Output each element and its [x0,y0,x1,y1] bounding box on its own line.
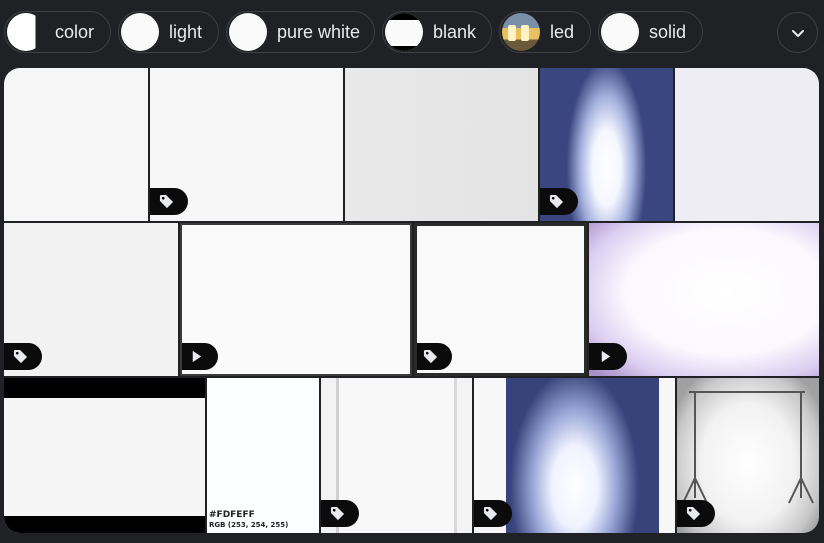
tag-icon [483,506,498,521]
chip-thumbnail [229,13,267,51]
shopping-badge [540,188,578,215]
shopping-badge [150,188,188,215]
tag-icon [549,194,564,209]
video-badge [182,343,218,370]
chip-label: solid [649,21,687,42]
swatch-rgb-label: RGB (253, 254, 255) [209,521,289,529]
tag-icon [330,506,345,521]
chip-label: pure white [277,21,361,42]
result-image[interactable] [414,223,587,376]
result-image[interactable] [4,68,148,221]
chip-solid[interactable]: solid [598,11,703,53]
result-image[interactable] [4,223,178,376]
result-video[interactable] [180,223,412,376]
chevron-down-icon [792,30,804,37]
result-video[interactable] [589,223,819,376]
shopping-badge [4,343,42,370]
shopping-badge [677,500,715,527]
chip-color[interactable]: color [4,11,111,53]
chip-light[interactable]: light [118,11,219,53]
chip-thumbnail [121,13,159,51]
chip-thumbnail [385,13,423,51]
tag-icon [159,194,174,209]
shopping-badge [321,500,359,527]
chip-led[interactable]: led [499,11,591,53]
chip-thumbnail [601,13,639,51]
chip-blank[interactable]: blank [382,11,492,53]
tag-icon [423,349,438,364]
result-image[interactable] [150,68,343,221]
result-image[interactable] [540,68,673,221]
swatch-hex-label: #FDFEFF [209,510,255,520]
expand-chips-button[interactable] [777,12,818,53]
video-badge [589,343,627,370]
shopping-badge [474,500,512,527]
play-icon [189,349,204,364]
result-image[interactable] [345,68,538,221]
result-image[interactable] [677,378,819,533]
chip-thumbnail [502,13,540,51]
chip-label: blank [433,21,477,42]
related-searches-bar: color light pure white blank led solid [0,0,824,66]
result-image[interactable] [4,378,205,533]
chip-thumbnail [7,13,45,51]
tag-icon [13,349,28,364]
play-icon [598,349,613,364]
image-results-grid: #FDFEFF RGB (253, 254, 255) [4,68,819,533]
shopping-badge [417,343,452,370]
chip-pure-white[interactable]: pure white [226,11,375,53]
result-image[interactable]: #FDFEFF RGB (253, 254, 255) [207,378,319,533]
result-image[interactable] [675,68,819,221]
chip-label: color [55,21,95,42]
tag-icon [686,506,701,521]
result-image[interactable] [321,378,472,533]
result-image[interactable] [474,378,675,533]
chip-label: light [169,21,203,42]
chip-label: led [550,21,575,42]
